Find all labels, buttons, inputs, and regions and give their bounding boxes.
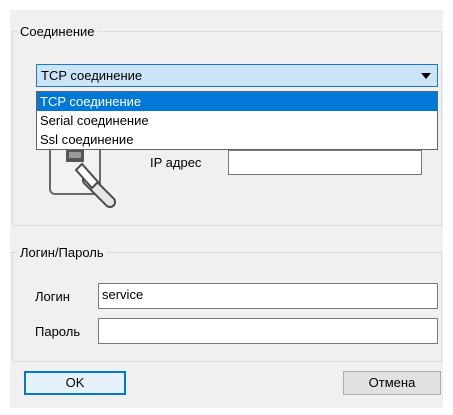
ip-address-input[interactable] <box>228 150 422 175</box>
chevron-down-icon[interactable] <box>421 73 431 79</box>
option-serial[interactable]: Serial соединение <box>37 111 437 130</box>
login-input[interactable]: service <box>98 283 438 309</box>
login-label: Логин <box>35 289 70 304</box>
cancel-button[interactable]: Отмена <box>343 371 441 395</box>
connection-type-select[interactable]: TCP соединение <box>36 64 438 87</box>
connection-type-value: TCP соединение <box>41 68 143 83</box>
password-input[interactable] <box>98 318 438 344</box>
option-tcp[interactable]: TCP соединение <box>37 92 437 111</box>
option-ssl[interactable]: Ssl соединение <box>37 130 437 149</box>
login-group-title: Логин/Пароль <box>20 245 104 260</box>
connection-type-dropdown[interactable]: TCP соединение Serial соединение Ssl сое… <box>36 91 438 150</box>
connection-group-title: Соединение <box>20 24 95 39</box>
ok-button[interactable]: OK <box>24 371 126 395</box>
network-plug-icon <box>48 140 124 212</box>
ip-address-label: IP адрес <box>150 155 202 170</box>
password-label: Пароль <box>35 324 81 339</box>
